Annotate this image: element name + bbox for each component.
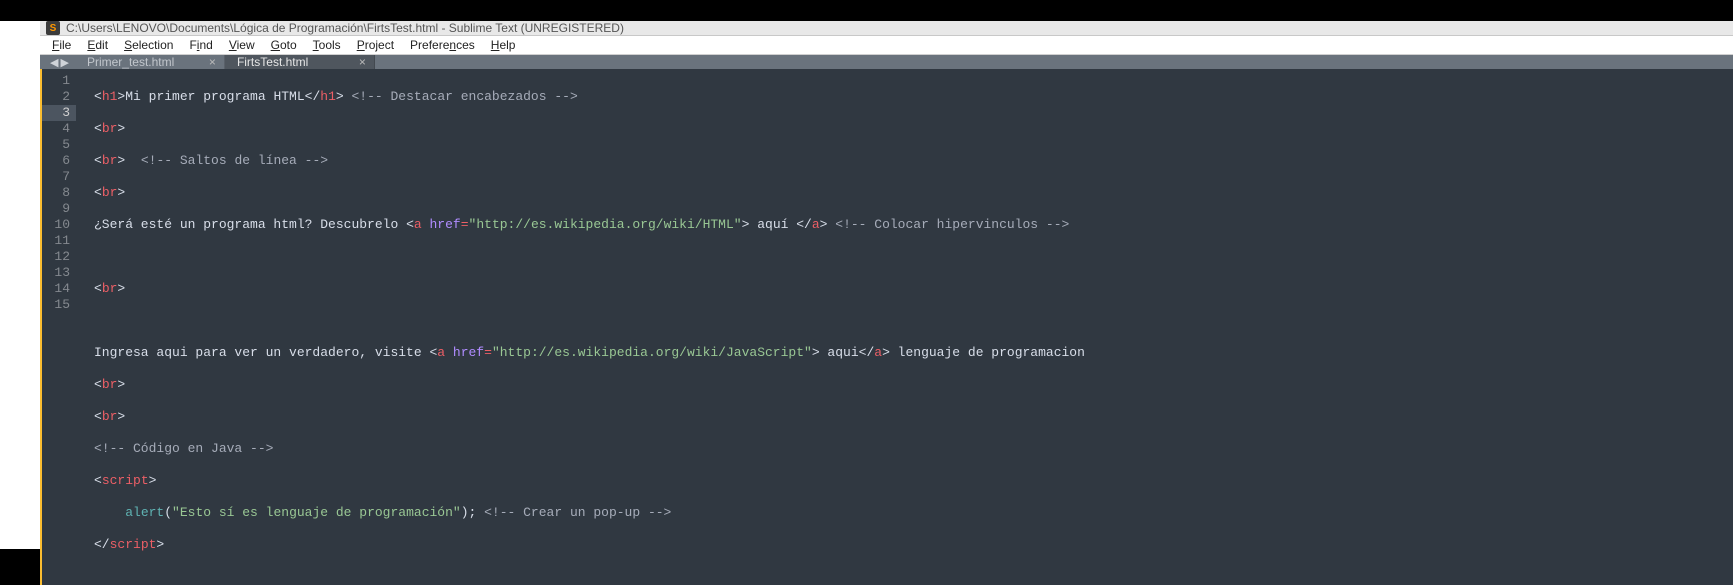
- titlebar[interactable]: S C:\Users\LENOVO\Documents\Lógica de Pr…: [40, 21, 1733, 36]
- line-number[interactable]: 11: [42, 233, 76, 249]
- tab-primer-test[interactable]: Primer_test.html ×: [75, 55, 225, 69]
- sublime-window: S C:\Users\LENOVO\Documents\Lógica de Pr…: [40, 21, 1733, 549]
- line-number[interactable]: 9: [42, 201, 76, 217]
- tab-label: FirtsTest.html: [237, 55, 308, 69]
- line-number[interactable]: 5: [42, 137, 76, 153]
- line-number[interactable]: 13: [42, 265, 76, 281]
- window-title: C:\Users\LENOVO\Documents\Lógica de Prog…: [66, 21, 624, 35]
- nav-back-icon[interactable]: ◀: [50, 56, 58, 69]
- line-number[interactable]: 15: [42, 297, 76, 313]
- line-number[interactable]: 10: [42, 217, 76, 233]
- menu-tools[interactable]: Tools: [305, 36, 349, 54]
- line-number[interactable]: 7: [42, 169, 76, 185]
- menu-project[interactable]: Project: [349, 36, 402, 54]
- menu-selection[interactable]: Selection: [116, 36, 181, 54]
- window-top-strip: [0, 0, 1733, 21]
- menu-view[interactable]: View: [221, 36, 263, 54]
- menu-find[interactable]: Find: [181, 36, 220, 54]
- tab-history-nav: ◀ ▶: [44, 55, 75, 69]
- menu-edit[interactable]: Edit: [79, 36, 116, 54]
- line-gutter: 1 2 3 4 5 6 7 8 9 10 11 12 13 14 15: [40, 69, 86, 585]
- menu-goto[interactable]: Goto: [263, 36, 305, 54]
- line-number[interactable]: 14: [42, 281, 76, 297]
- line-number[interactable]: 6: [42, 153, 76, 169]
- line-number[interactable]: 2: [42, 89, 76, 105]
- tab-label: Primer_test.html: [87, 55, 174, 69]
- line-number[interactable]: 1: [42, 73, 76, 89]
- tab-firts-test[interactable]: FirtsTest.html ×: [225, 55, 375, 69]
- line-number[interactable]: 3: [42, 105, 76, 121]
- code-area[interactable]: <h1>Mi primer programa HTML</h1> <!-- De…: [86, 69, 1085, 585]
- menu-preferences[interactable]: Preferences: [402, 36, 483, 54]
- close-icon[interactable]: ×: [359, 55, 366, 69]
- editor: 1 2 3 4 5 6 7 8 9 10 11 12 13 14 15 <h1>…: [40, 69, 1733, 585]
- tabbar: ◀ ▶ Primer_test.html × FirtsTest.html ×: [40, 55, 1733, 69]
- line-number[interactable]: 4: [42, 121, 76, 137]
- sublime-logo-icon: S: [46, 21, 60, 35]
- menu-file[interactable]: File: [44, 36, 79, 54]
- line-number[interactable]: 8: [42, 185, 76, 201]
- menu-help[interactable]: Help: [483, 36, 524, 54]
- nav-forward-icon[interactable]: ▶: [60, 56, 68, 69]
- menubar: File Edit Selection Find View Goto Tools…: [40, 36, 1733, 55]
- left-white-strip: [0, 21, 40, 549]
- close-icon[interactable]: ×: [209, 55, 216, 69]
- line-number[interactable]: 12: [42, 249, 76, 265]
